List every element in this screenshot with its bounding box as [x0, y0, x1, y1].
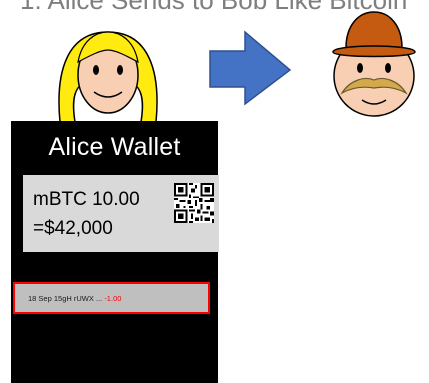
bob-hat-brim [332, 45, 416, 58]
balance-btc: mBTC 10.00 [33, 189, 140, 210]
alice-wallet: Alice Wallet mBTC 10.00 =$42,000 18 Sep … [11, 121, 219, 383]
alice-left-eye [93, 65, 99, 75]
bob-left-eye [357, 63, 363, 73]
transaction-date: 18 Sep [28, 294, 52, 303]
qr-code-icon[interactable] [174, 183, 214, 223]
alice-right-eye [117, 65, 123, 75]
send-arrow-icon [209, 30, 292, 106]
transaction-row[interactable]: 18 Sep 15gH rUWX ... -1.00 [13, 282, 210, 314]
transaction-amount: -1.00 [104, 294, 122, 303]
transaction-address: 15gH rUWX ... [53, 294, 103, 303]
wallet-title: Alice Wallet [48, 133, 181, 161]
balance-panel: mBTC 10.00 =$42,000 [23, 175, 219, 252]
bob-right-eye [385, 63, 391, 73]
alice-figure [58, 31, 158, 123]
bob-hat-crown [345, 11, 403, 49]
balance-usd: =$42,000 [33, 218, 113, 239]
bob-figure [332, 11, 416, 117]
transaction-text: 18 Sep 15gH rUWX ... -1.00 [28, 294, 121, 303]
